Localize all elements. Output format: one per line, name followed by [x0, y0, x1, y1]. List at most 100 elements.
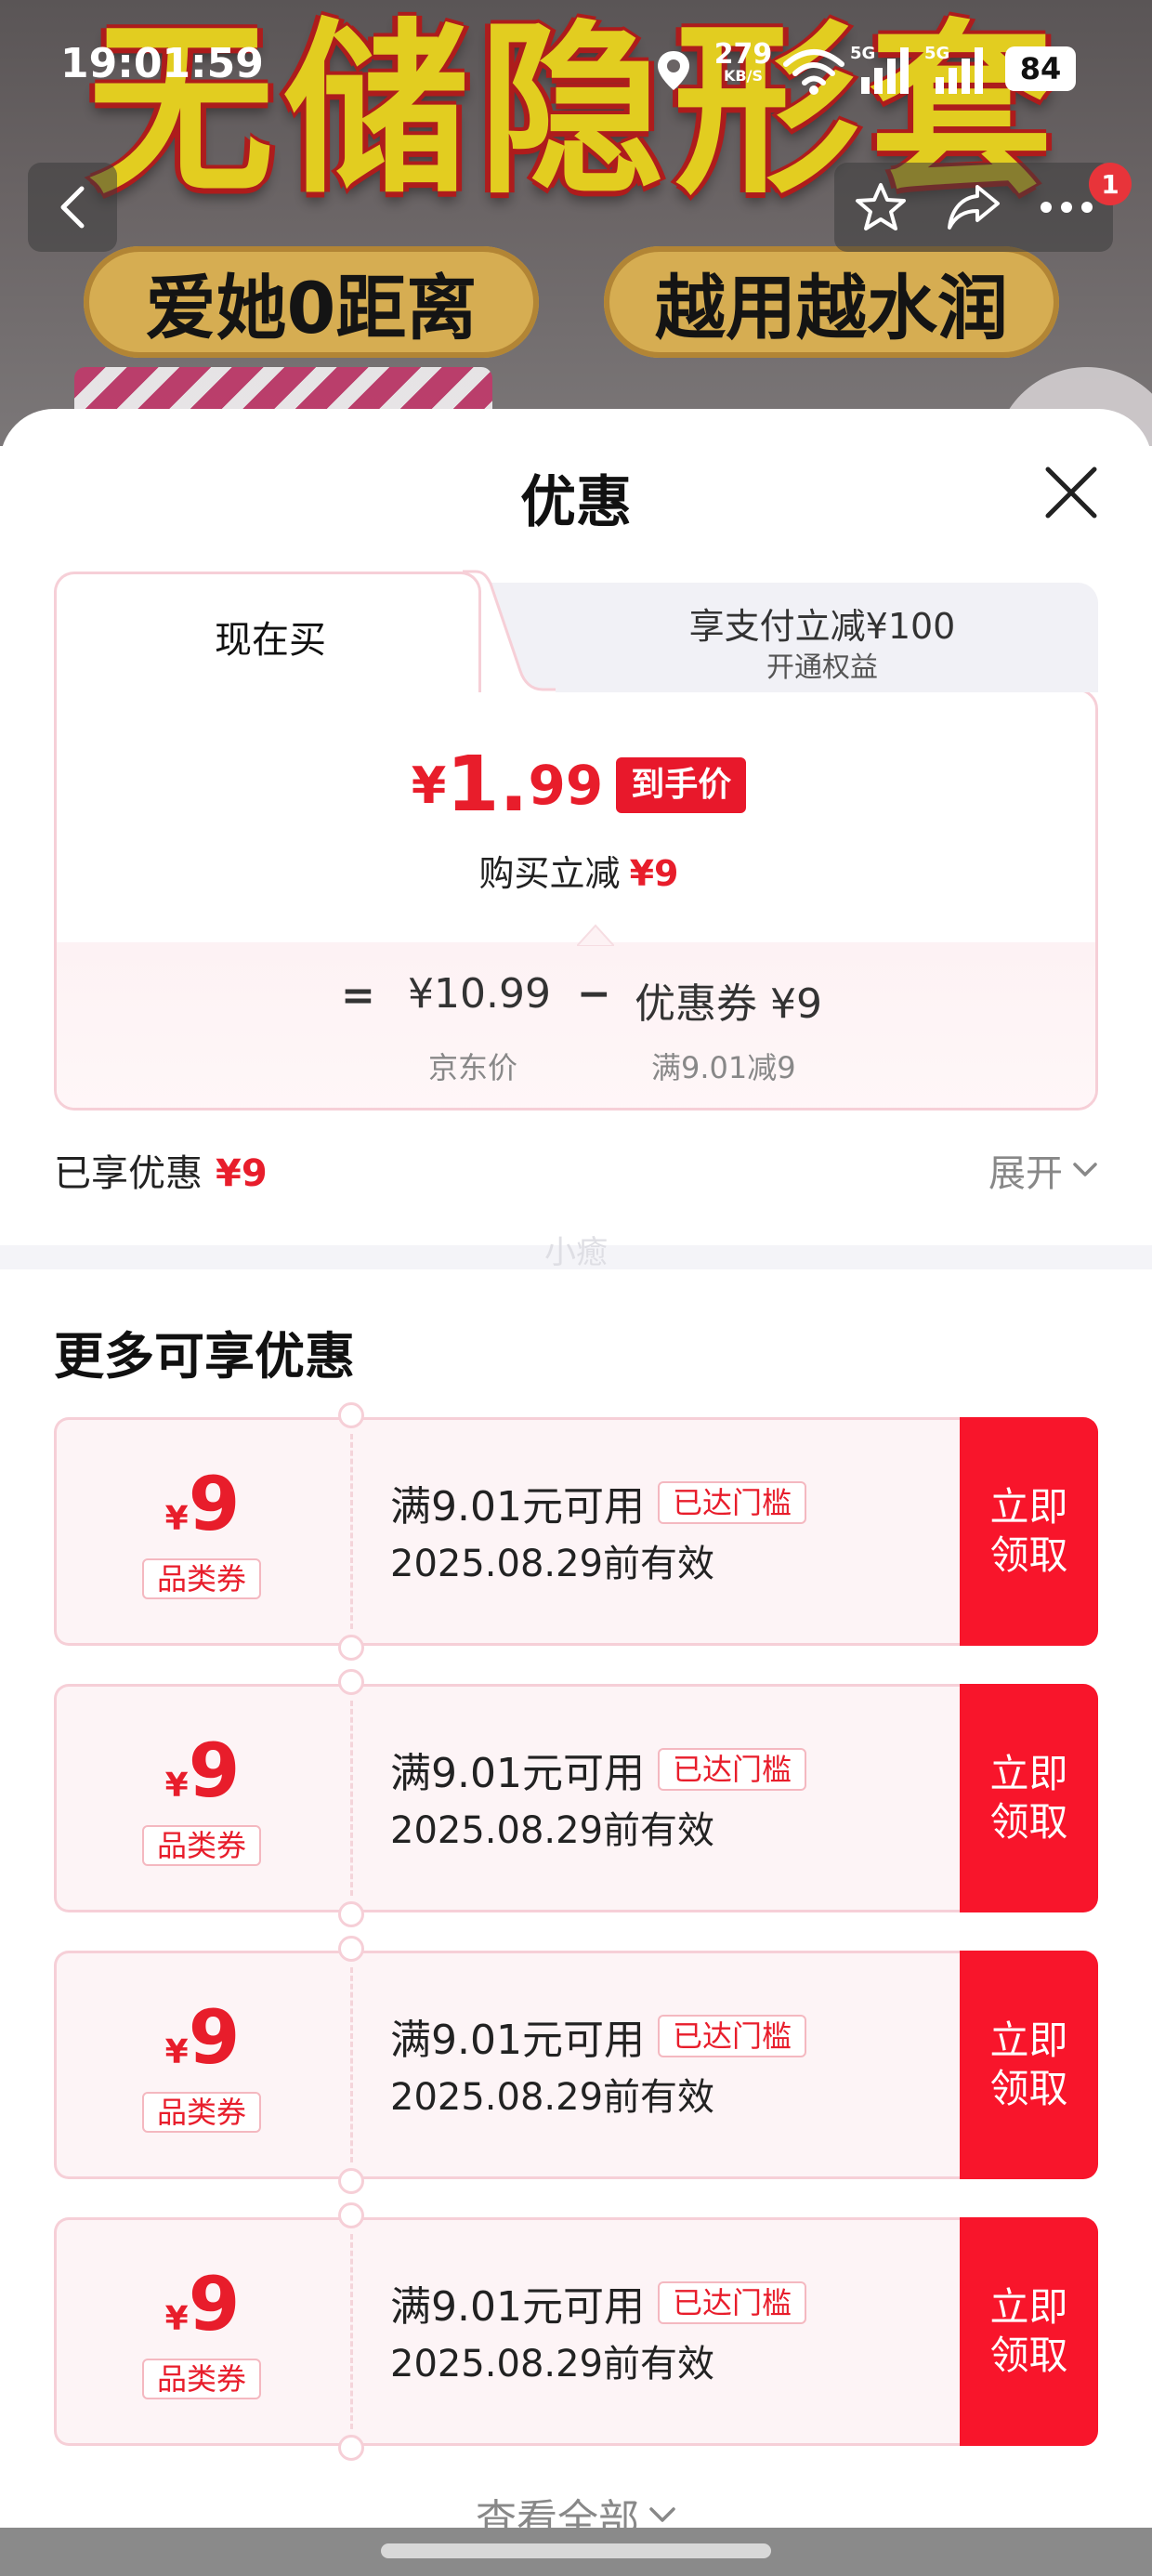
chevron-left-icon [60, 186, 85, 229]
discount-sheet: 优惠 享支付立减¥100 开通权益 现在买 ¥ 1. 99 到手价 购买立减 ¥… [0, 409, 1152, 2576]
coupon-notch [338, 1635, 364, 1661]
price-formula: = ¥10.99 − 优惠券 ¥9 [57, 970, 1095, 1028]
coupon-amount: ¥9 [54, 1732, 351, 1810]
net-speed-value: 279 [713, 38, 773, 71]
more-discounts-title: 更多可享优惠 [54, 1327, 355, 1386]
sheet-title: 优惠 [520, 470, 632, 535]
signal-icon-sim1: 5G [850, 44, 909, 94]
coupon-sheet-screen: 无储隐形套 爱她0距离 越用越水润 19:01:59 279 KB/S 5G 5… [0, 0, 1152, 2576]
final-price-decimal: 99 [528, 754, 604, 817]
enjoyed-amount: ¥9 [216, 1152, 268, 1195]
coupon-type-badge: 品类券 [142, 1825, 261, 1866]
claim-label-1: 立即 [989, 2284, 1068, 2330]
threshold-reached-badge: 已达门槛 [657, 1748, 806, 1791]
coupon-card: ¥9 品类券 满9.01元可用 已达门槛 2025.08.29前有效 立即 领取 [54, 1669, 1098, 1927]
battery-level: 84 [1019, 51, 1062, 86]
jd-price-label: 京东价 [428, 1050, 518, 1085]
coupon-notch [338, 1669, 364, 1695]
threshold-reached-badge: 已达门槛 [657, 2281, 806, 2324]
claim-button[interactable]: 立即 领取 [960, 2217, 1098, 2446]
coupon-value: 9 [188, 1994, 241, 2081]
coupon-notch [338, 2202, 364, 2228]
banner-pill-right: 越用越水润 [604, 246, 1059, 358]
coupon-symbol: ¥ [164, 1500, 189, 1538]
coupon-card: ¥9 品类券 满9.01元可用 已达门槛 2025.08.29前有效 立即 领取 [54, 1402, 1098, 1661]
coupon-card: ¥9 品类券 满9.01元可用 已达门槛 2025.08.29前有效 立即 领取 [54, 2202, 1098, 2461]
banner-pill-left: 爱她0距离 [84, 246, 539, 358]
coupon-card: ¥9 品类券 满9.01元可用 已达门槛 2025.08.29前有效 立即 领取 [54, 1936, 1098, 2194]
coupon-condition-text: 满9.01元可用 [390, 1483, 645, 1531]
final-price-symbol: ¥ [411, 756, 447, 815]
formula-equals: = [341, 972, 375, 1019]
status-time: 19:01:59 [60, 40, 264, 87]
coupon-validity: 2025.08.29前有效 [390, 1543, 715, 1585]
buy-cut-amount: ¥9 [629, 853, 679, 894]
claim-button[interactable]: 立即 领取 [960, 1417, 1098, 1646]
coupon-condition: 满9.01元可用 已达门槛 [390, 1740, 806, 1799]
coupon-amount: ¥9 [54, 1465, 351, 1544]
claim-label-1: 立即 [989, 1484, 1068, 1530]
coupon-amount: ¥9 [54, 2266, 351, 2344]
share-button[interactable] [927, 163, 1020, 252]
coupon-symbol: ¥ [164, 2033, 189, 2071]
signal-icon-sim2: 5G [924, 44, 983, 94]
coupon-value: 9 [188, 1461, 241, 1547]
wifi-icon [783, 49, 844, 95]
price-card: 享支付立减¥100 开通权益 现在买 ¥ 1. 99 到手价 购买立减 ¥9 =… [54, 570, 1098, 1111]
claim-button[interactable]: 立即 领取 [960, 1684, 1098, 1912]
coupon-notch [338, 2435, 364, 2461]
expand-button[interactable]: 展开 [988, 1143, 1098, 1197]
final-price-integer: 1. [446, 741, 529, 829]
coupon-condition: 满9.01元可用 已达门槛 [390, 2006, 806, 2066]
price-card-body: ¥ 1. 99 到手价 购买立减 ¥9 = ¥10.99 − 优惠券 ¥9 京东价… [54, 689, 1098, 1111]
message-badge: 1 [1089, 163, 1132, 205]
coupon-symbol: ¥ [164, 2300, 189, 2338]
home-indicator[interactable] [381, 2543, 771, 2558]
favorite-button[interactable] [834, 163, 927, 252]
pointer-triangle [577, 924, 614, 946]
location-icon [658, 51, 689, 90]
coupon-rule-label: 满9.01减9 [651, 1050, 796, 1085]
coupon-type-badge: 品类券 [142, 1558, 261, 1599]
price-breakdown-area [57, 942, 1095, 1108]
watermark: 小癒 [544, 1234, 608, 1271]
star-icon [856, 183, 906, 230]
share-icon [948, 185, 1000, 230]
buy-cut-row: 购买立减 ¥9 [57, 845, 1095, 896]
coupon-notch [338, 1901, 364, 1927]
tab-pay-benefit[interactable]: 享支付立减¥100 开通权益 [472, 583, 1098, 692]
threshold-reached-badge: 已达门槛 [657, 1481, 806, 1524]
close-icon[interactable] [1039, 460, 1104, 525]
coupon-condition-text: 满9.01元可用 [390, 2017, 645, 2064]
coupon-condition-text: 满9.01元可用 [390, 2283, 645, 2331]
coupon-validity: 2025.08.29前有效 [390, 1809, 715, 1852]
claim-label-2: 领取 [989, 2066, 1068, 2111]
final-price: ¥ 1. 99 到手价 [57, 741, 1095, 829]
jd-price: ¥10.99 [408, 970, 551, 1018]
coupon-amount: ¥9 [54, 1999, 351, 2077]
coupon-condition: 满9.01元可用 已达门槛 [390, 1473, 806, 1532]
back-button[interactable] [28, 163, 117, 252]
more-dots-icon [1041, 202, 1093, 213]
status-bar: 19:01:59 279 KB/S 5G 5G 84 [0, 33, 1152, 107]
enjoyed-discount: 已享优惠 ¥9 [54, 1143, 268, 1197]
coupon-notch [338, 2168, 364, 2194]
battery-icon: 84 [1005, 46, 1076, 91]
net-speed: 279 KB/S [711, 41, 776, 85]
coupon-symbol: ¥ [164, 1767, 189, 1805]
claim-label-1: 立即 [989, 2017, 1068, 2063]
coupon-condition: 满9.01元可用 已达门槛 [390, 2273, 806, 2333]
tab-buy-now-label: 现在买 [215, 619, 326, 662]
tab-pay-title: 享支付立减¥100 [688, 606, 956, 647]
tab-pay-subtitle: 开通权益 [766, 651, 878, 684]
claim-label-2: 领取 [989, 1799, 1068, 1845]
claim-button[interactable]: 立即 领取 [960, 1951, 1098, 2179]
coupon-value: 9 [188, 2261, 241, 2347]
claim-label-1: 立即 [989, 1751, 1068, 1796]
tab-buy-now[interactable]: 现在买 [54, 572, 481, 692]
buy-cut-label: 购买立减 [478, 853, 621, 894]
coupon-type-badge: 品类券 [142, 2359, 261, 2399]
coupon-condition-text: 满9.01元可用 [390, 1750, 645, 1797]
coupon-validity: 2025.08.29前有效 [390, 2343, 715, 2385]
chevron-down-icon [1073, 1163, 1097, 1176]
